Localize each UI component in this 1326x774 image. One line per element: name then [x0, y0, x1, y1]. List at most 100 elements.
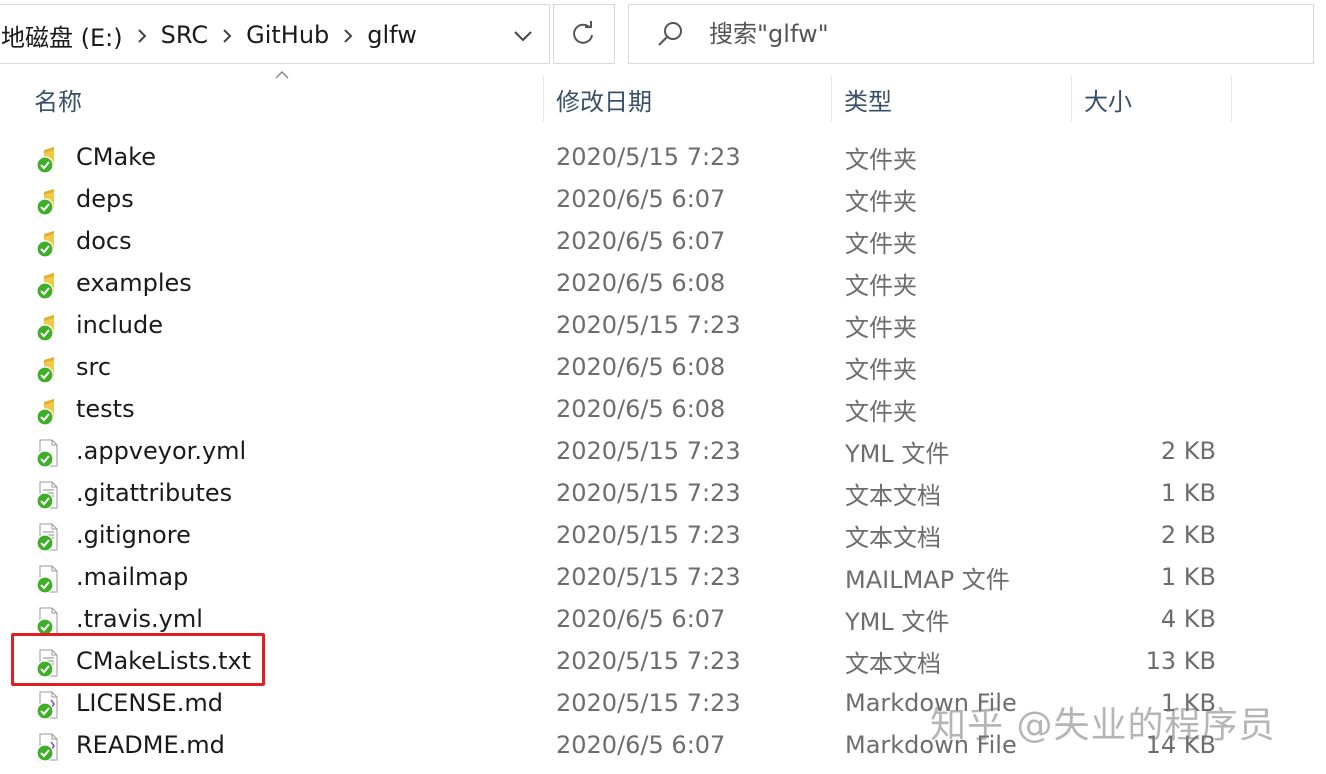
breadcrumb-github[interactable]: GitHub — [244, 21, 331, 49]
file-name: .appveyor.yml — [76, 437, 247, 465]
column-divider[interactable] — [1231, 76, 1232, 122]
folder-synced-icon — [34, 312, 60, 342]
chevron-right-icon[interactable] — [125, 21, 159, 49]
file-name: examples — [76, 269, 192, 297]
file-date: 2020/5/15 7:23 — [556, 143, 741, 171]
file-name: README.md — [76, 731, 225, 759]
breadcrumb-drive[interactable]: 地磁盘 (E:) — [0, 18, 125, 53]
column-header: 名称 修改日期 类型 大小 — [0, 70, 1326, 126]
chevron-down-icon[interactable] — [511, 24, 535, 48]
file-type: 文件夹 — [845, 187, 917, 216]
file-type: 文本文档 — [845, 649, 941, 678]
file-row[interactable]: src 2020/6/5 6:08 文件夹 — [0, 346, 1326, 388]
folder-synced-icon — [34, 396, 60, 426]
file-date: 2020/6/5 6:07 — [556, 227, 726, 255]
file-size: 1 KB — [1160, 563, 1216, 591]
file-synced-icon — [34, 606, 60, 636]
file-row[interactable]: docs 2020/6/5 6:07 文件夹 — [0, 220, 1326, 262]
search-icon — [658, 22, 682, 46]
file-date: 2020/6/5 6:07 — [556, 731, 726, 759]
file-size — [1080, 178, 1216, 220]
refresh-icon — [573, 21, 593, 44]
file-size — [1080, 304, 1216, 346]
column-size-label: 大小 — [1084, 87, 1132, 116]
file-type: 文件夹 — [845, 271, 917, 300]
file-row[interactable]: .gitattributes 2020/5/15 7:23 文本文档 1 KB — [0, 472, 1326, 514]
file-date: 2020/5/15 7:23 — [556, 647, 741, 675]
chevron-right-icon[interactable] — [331, 21, 365, 49]
file-date: 2020/5/15 7:23 — [556, 563, 741, 591]
column-type-label: 类型 — [844, 87, 892, 116]
column-name-label: 名称 — [34, 87, 82, 116]
file-row[interactable]: examples 2020/6/5 6:08 文件夹 — [0, 262, 1326, 304]
file-row[interactable]: .appveyor.yml 2020/5/15 7:23 YML 文件 2 KB — [0, 430, 1326, 472]
file-name: LICENSE.md — [76, 689, 223, 717]
search-box[interactable] — [628, 4, 1314, 64]
column-date[interactable]: 修改日期 — [544, 72, 832, 126]
watermark: 知乎 @失业的程序员 — [930, 705, 1276, 746]
folder-synced-icon — [34, 186, 60, 216]
file-type: 文件夹 — [845, 145, 917, 174]
file-row[interactable]: include 2020/5/15 7:23 文件夹 — [0, 304, 1326, 346]
file-size — [1080, 262, 1216, 304]
file-size — [1080, 346, 1216, 388]
breadcrumb-glfw[interactable]: glfw — [365, 21, 419, 49]
file-name: CMake — [76, 143, 156, 171]
column-name[interactable]: 名称 — [22, 72, 544, 126]
file-date: 2020/6/5 6:07 — [556, 185, 726, 213]
file-name: .mailmap — [76, 563, 189, 591]
file-date: 2020/5/15 7:23 — [556, 479, 741, 507]
breadcrumb: 地磁盘 (E:) SRC GitHub glfw — [0, 5, 419, 65]
file-name: .gitattributes — [76, 479, 233, 507]
file-name: .gitignore — [76, 521, 191, 549]
file-type: 文本文档 — [845, 523, 941, 552]
text-file-synced-icon — [34, 480, 60, 510]
file-type: 文本文档 — [845, 481, 941, 510]
text-file-synced-icon — [34, 522, 60, 552]
file-row[interactable]: CMake 2020/5/15 7:23 文件夹 — [0, 136, 1326, 178]
file-row[interactable]: .gitignore 2020/5/15 7:23 文本文档 2 KB — [0, 514, 1326, 556]
column-size[interactable]: 大小 — [1072, 72, 1232, 126]
folder-synced-icon — [34, 270, 60, 300]
file-size: 2 KB — [1160, 521, 1216, 549]
file-date: 2020/5/15 7:23 — [556, 689, 741, 717]
column-date-label: 修改日期 — [556, 87, 652, 116]
file-type: MAILMAP 文件 — [845, 565, 1010, 594]
folder-synced-icon — [34, 144, 60, 174]
file-size — [1080, 220, 1216, 262]
file-date: 2020/5/15 7:23 — [556, 521, 741, 549]
search-input[interactable] — [707, 19, 1271, 49]
file-type: 文件夹 — [845, 229, 917, 258]
file-name: deps — [76, 185, 134, 213]
file-type: 文件夹 — [845, 313, 917, 342]
file-name: tests — [76, 395, 135, 423]
file-date: 2020/6/5 6:07 — [556, 605, 726, 633]
chevron-right-icon[interactable] — [210, 21, 244, 49]
column-type[interactable]: 类型 — [832, 72, 1072, 126]
file-type: YML 文件 — [845, 439, 950, 468]
file-row[interactable]: .mailmap 2020/5/15 7:23 MAILMAP 文件 1 KB — [0, 556, 1326, 598]
markdown-file-synced-icon — [34, 732, 60, 762]
file-date: 2020/5/15 7:23 — [556, 311, 741, 339]
file-date: 2020/6/5 6:08 — [556, 353, 726, 381]
address-bar[interactable]: 地磁盘 (E:) SRC GitHub glfw — [0, 4, 550, 64]
file-size — [1080, 136, 1216, 178]
file-synced-icon — [34, 564, 60, 594]
file-date: 2020/5/15 7:23 — [556, 437, 741, 465]
file-name: include — [76, 311, 163, 339]
file-date: 2020/6/5 6:08 — [556, 269, 726, 297]
breadcrumb-src[interactable]: SRC — [159, 21, 210, 49]
file-name: .travis.yml — [76, 605, 203, 633]
refresh-button[interactable] — [553, 4, 615, 64]
folder-synced-icon — [34, 228, 60, 258]
file-type: 文件夹 — [845, 355, 917, 384]
file-size — [1080, 388, 1216, 430]
file-row[interactable]: tests 2020/6/5 6:08 文件夹 — [0, 388, 1326, 430]
markdown-file-synced-icon — [34, 690, 60, 720]
file-row[interactable]: deps 2020/6/5 6:07 文件夹 — [0, 178, 1326, 220]
file-size: 4 KB — [1160, 605, 1216, 633]
file-size: 1 KB — [1160, 479, 1216, 507]
file-date: 2020/6/5 6:08 — [556, 395, 726, 423]
file-size: 13 KB — [1145, 647, 1216, 675]
file-name: docs — [76, 227, 132, 255]
